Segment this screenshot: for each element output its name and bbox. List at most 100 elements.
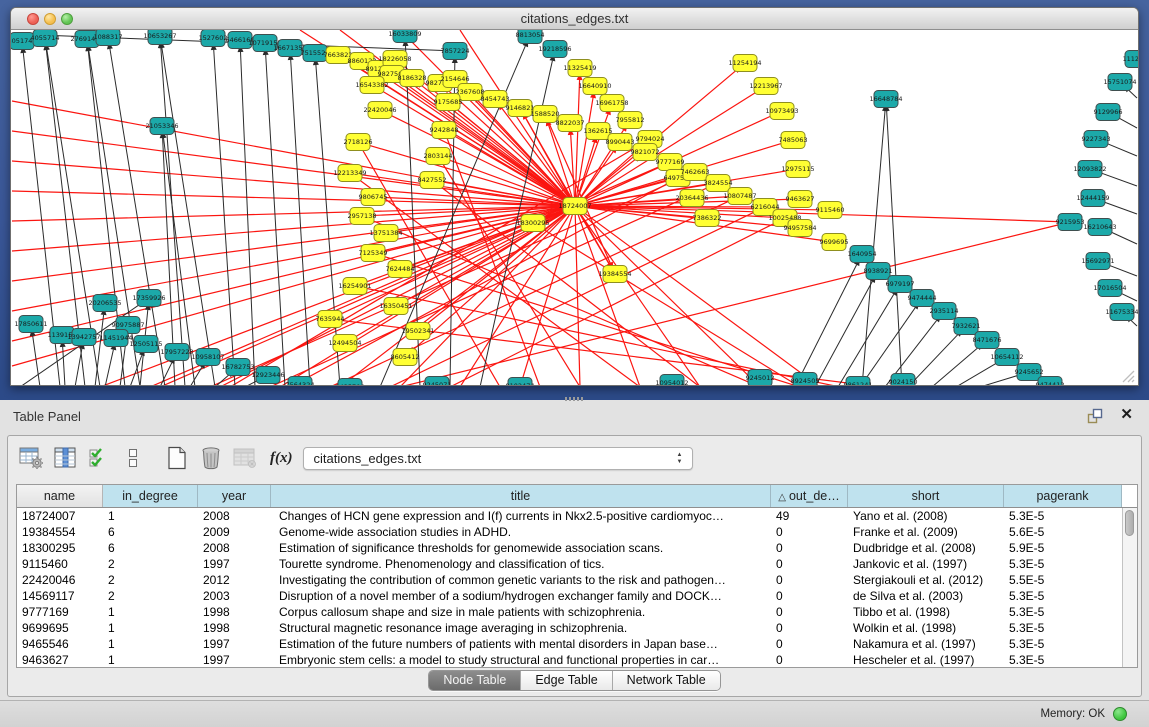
graph-node[interactable]: 9474412	[1036, 377, 1065, 387]
graph-node[interactable]: 11451944	[99, 330, 132, 347]
column-header-title[interactable]: title	[271, 485, 771, 507]
graph-node[interactable]: 12093822	[1073, 161, 1106, 178]
column-header-year[interactable]: year	[198, 485, 271, 507]
graph-node[interactable]: 16782753	[221, 359, 254, 376]
graph-node[interactable]: 8427552	[418, 172, 447, 189]
network-window-titlebar[interactable]: citations_edges.txt	[11, 8, 1138, 30]
graph-node[interactable]: 16640910	[578, 78, 611, 95]
graph-node[interactable]: 8822037	[556, 115, 585, 132]
select-columns-icon[interactable]	[86, 446, 112, 470]
graph-node[interactable]: 10954012	[655, 375, 688, 387]
tab-node-table[interactable]: Node Table	[429, 671, 521, 690]
graph-node[interactable]: 9024150	[889, 374, 918, 387]
graph-node[interactable]: 16033809	[388, 30, 421, 43]
resize-grip-icon[interactable]	[1119, 367, 1135, 383]
table-row[interactable]: 1938455462009Genome-wide association stu…	[17, 524, 1137, 540]
graph-node[interactable]: 1527602	[199, 30, 228, 47]
graph-node[interactable]: 9115460	[816, 202, 845, 219]
graph-node[interactable]: 13751384	[369, 225, 402, 242]
graph-node[interactable]: 15751074	[1103, 74, 1136, 91]
graph-node[interactable]: 18724007	[558, 198, 591, 215]
graph-node[interactable]: 9215953	[1056, 214, 1085, 231]
table-row[interactable]: 2242004622012Investigating the contribut…	[17, 572, 1137, 588]
graph-node[interactable]: 2435704	[336, 379, 365, 387]
graph-node[interactable]: 9463627	[786, 191, 815, 208]
graph-node[interactable]: 9861241	[844, 377, 873, 387]
graph-node[interactable]: 19384554	[598, 266, 631, 283]
graph-node[interactable]: 16254901	[338, 278, 371, 295]
graph-node[interactable]: 20364436	[675, 190, 708, 207]
graph-node[interactable]: 9175685	[434, 94, 463, 111]
graph-node[interactable]: 13942757	[67, 329, 100, 346]
graph-node[interactable]: 10654112	[990, 349, 1023, 366]
graph-node[interactable]: 7857224	[441, 43, 470, 60]
graph-node[interactable]: 7932621	[952, 318, 981, 335]
memory-ok-indicator-icon[interactable]	[1113, 707, 1127, 721]
tab-edge-table[interactable]: Edge Table	[521, 671, 612, 690]
delete-table-icon[interactable]	[198, 446, 224, 470]
graph-node[interactable]: 7462663	[681, 164, 710, 181]
graph-node[interactable]: 12213967	[749, 78, 782, 95]
graph-node[interactable]: 2935114	[930, 303, 959, 320]
table-row[interactable]: 1872400712008Changes of HCN gene express…	[17, 508, 1137, 524]
graph-node[interactable]: 12494504	[328, 335, 361, 352]
graph-node[interactable]: 2803144	[424, 148, 453, 165]
graph-node[interactable]: 1112544	[1123, 51, 1138, 68]
graph-node[interactable]: 7635944	[316, 311, 345, 328]
graph-node[interactable]: 21053346	[145, 118, 178, 135]
new-table-icon[interactable]	[164, 446, 190, 470]
tab-network-table[interactable]: Network Table	[613, 671, 720, 690]
graph-node[interactable]: 8102474	[506, 378, 535, 387]
table-select-dropdown[interactable]: citations_edges.txt ▲▼	[303, 447, 693, 470]
graph-node[interactable]: 9227343	[1082, 131, 1111, 148]
graph-node[interactable]: 9699695	[820, 234, 849, 251]
graph-node[interactable]: 7386322	[693, 210, 722, 227]
graph-node[interactable]: 2957138	[348, 208, 377, 225]
graph-node[interactable]: 17359926	[132, 290, 165, 307]
graph-node[interactable]: 9245071	[423, 377, 452, 387]
table-row[interactable]: 977716911998Corpus callosum shape and si…	[17, 604, 1137, 620]
graph-node[interactable]: 11254194	[728, 55, 761, 72]
show-column-icon[interactable]	[52, 446, 78, 470]
graph-node[interactable]: 3824554	[704, 175, 733, 192]
graph-node[interactable]: 16543382	[355, 77, 388, 94]
row-panel-icon[interactable]	[120, 446, 146, 470]
network-canvas[interactable]: 1872400730517464055714276914061088317106…	[11, 30, 1138, 386]
graph-node[interactable]: 19218596	[538, 41, 571, 58]
graph-node[interactable]: 8605412	[391, 349, 420, 366]
column-header-short[interactable]: short	[848, 485, 1004, 507]
table-scrollbar-thumb[interactable]	[1125, 510, 1134, 536]
table-scrollbar[interactable]	[1122, 508, 1137, 667]
graph-node[interactable]: 17016504	[1093, 280, 1126, 297]
graph-node[interactable]: 7624484	[386, 261, 415, 278]
graph-node[interactable]: 8924505	[791, 373, 820, 387]
table-row[interactable]: 1830029562008Estimation of significance …	[17, 540, 1137, 556]
graph-node[interactable]: 11675334	[1105, 304, 1138, 321]
graph-node[interactable]: 1088317	[94, 30, 123, 46]
graph-node[interactable]: 7125349	[359, 245, 388, 262]
graph-node[interactable]: 94957584	[783, 220, 816, 237]
graph-node[interactable]: 17957223	[160, 344, 193, 361]
graph-node[interactable]: 7955812	[616, 112, 645, 129]
table-row[interactable]: 946362711997Embryonic stem cells: a mode…	[17, 652, 1137, 668]
graph-node[interactable]: 9242848	[430, 122, 459, 139]
column-header-in_degree[interactable]: in_degree	[103, 485, 198, 507]
table-row[interactable]: 1456911722003Disruption of a novel membe…	[17, 588, 1137, 604]
import-table-icon[interactable]	[232, 446, 258, 470]
function-builder-icon[interactable]: f(x)	[270, 450, 293, 467]
graph-node[interactable]: 9245012	[746, 370, 775, 387]
graph-node[interactable]: 4055714	[31, 30, 60, 47]
graph-node[interactable]: 12213349	[333, 165, 366, 182]
graph-node[interactable]: 12505115	[129, 336, 162, 353]
network-canvas-svg[interactable]: 1872400730517464055714276914061088317106…	[11, 30, 1138, 386]
graph-node[interactable]: 2718126	[344, 134, 373, 151]
graph-node[interactable]: 15692971	[1081, 253, 1114, 270]
float-panel-icon[interactable]	[1087, 408, 1103, 424]
graph-node[interactable]: 12923446	[251, 367, 284, 384]
close-panel-icon[interactable]: ✕	[1120, 406, 1133, 424]
graph-node[interactable]: 10973493	[765, 103, 798, 120]
graph-node[interactable]: 16961758	[595, 95, 628, 112]
graph-node[interactable]: 17850611	[14, 316, 47, 333]
graph-node[interactable]: 9129966	[1094, 104, 1123, 121]
graph-node[interactable]: 8186328	[398, 70, 427, 87]
